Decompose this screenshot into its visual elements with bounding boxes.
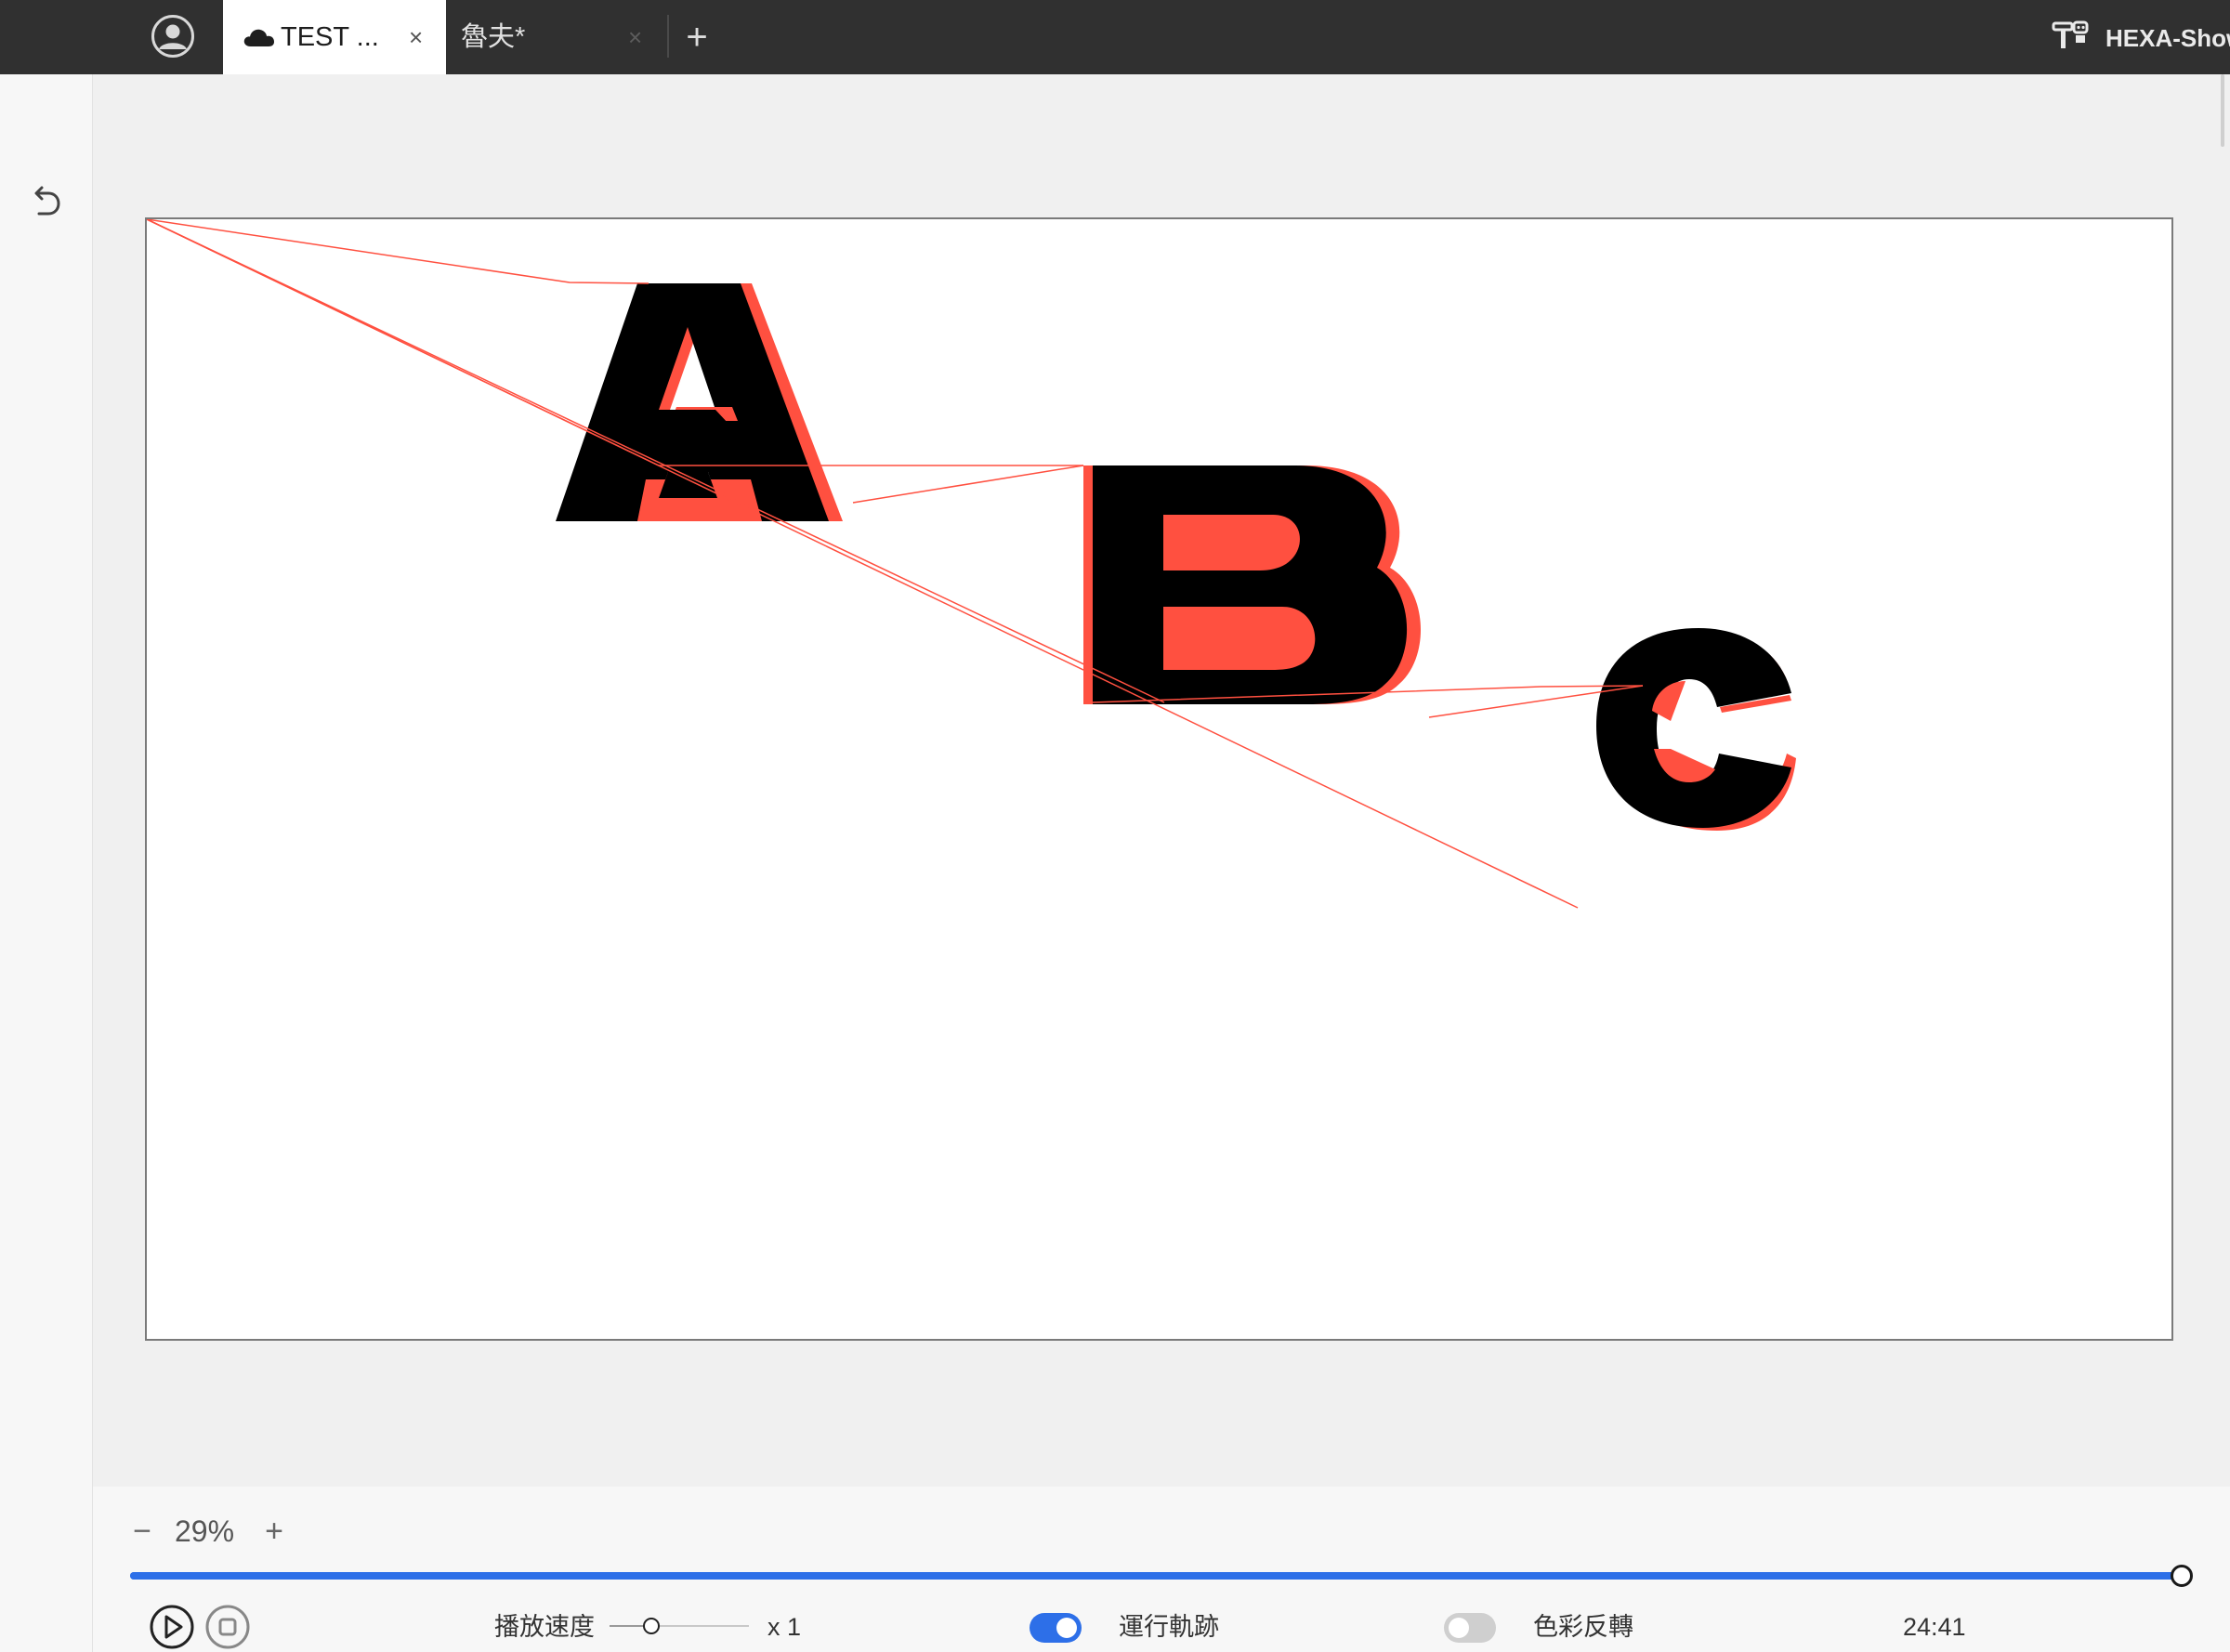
new-tab-button[interactable]: + bbox=[678, 17, 715, 58]
play-icon[interactable] bbox=[149, 1604, 195, 1650]
tab-label: 魯夫* bbox=[461, 22, 526, 52]
zoom-in-button[interactable]: + bbox=[260, 1514, 288, 1548]
tab-lufu[interactable]: 魯夫* × bbox=[446, 0, 667, 74]
run-trajectory bbox=[147, 219, 1644, 909]
robot-icon bbox=[2052, 20, 2089, 48]
speed-value: x 1 bbox=[767, 1613, 802, 1641]
close-tab-icon[interactable]: × bbox=[409, 20, 423, 54]
toggle-knob bbox=[1056, 1618, 1077, 1638]
toggle-knob bbox=[1449, 1618, 1469, 1638]
playback-time: 24:41 bbox=[1903, 1613, 1966, 1641]
tab-label: TEST ... bbox=[281, 22, 379, 52]
speed-label: 播放速度 bbox=[494, 1613, 595, 1641]
tab-divider bbox=[667, 15, 669, 58]
top-bar: TEST ... × 魯夫* × + HEXA-Show bbox=[0, 0, 2230, 74]
zoom-level: 29% bbox=[175, 1514, 235, 1548]
trajectory-label: 運行軌跡 bbox=[1119, 1613, 1219, 1641]
app-brand: HEXA-Show bbox=[2105, 24, 2230, 52]
color-invert-label: 色彩反轉 bbox=[1533, 1613, 1633, 1641]
cloud-icon bbox=[243, 29, 274, 46]
stop-icon[interactable] bbox=[204, 1604, 251, 1650]
canvas-drawing bbox=[147, 219, 1796, 909]
color-invert-toggle[interactable] bbox=[1444, 1613, 1496, 1643]
undo-icon[interactable] bbox=[28, 182, 65, 219]
tab-test[interactable]: TEST ... × bbox=[223, 0, 446, 74]
letter-c bbox=[1596, 628, 1796, 831]
playback-panel: − 29% + 播放速度 x 1 運行軌跡 色彩反轉 24:41 bbox=[93, 1487, 2230, 1652]
progress-fill bbox=[130, 1572, 2182, 1580]
progress-handle[interactable] bbox=[2171, 1565, 2193, 1587]
trajectory-toggle[interactable] bbox=[1030, 1613, 1082, 1643]
user-avatar-icon[interactable] bbox=[151, 15, 194, 58]
drawing-canvas[interactable] bbox=[145, 217, 2173, 1341]
speed-slider[interactable] bbox=[610, 1618, 749, 1634]
left-toolbar bbox=[0, 74, 93, 1652]
vertical-scrollbar[interactable] bbox=[2221, 74, 2224, 147]
close-tab-icon[interactable]: × bbox=[628, 20, 642, 54]
letter-b bbox=[1083, 465, 1421, 704]
playback-progress-bar[interactable] bbox=[130, 1565, 2193, 1587]
speed-handle[interactable] bbox=[643, 1618, 660, 1634]
zoom-out-button[interactable]: − bbox=[128, 1514, 156, 1548]
